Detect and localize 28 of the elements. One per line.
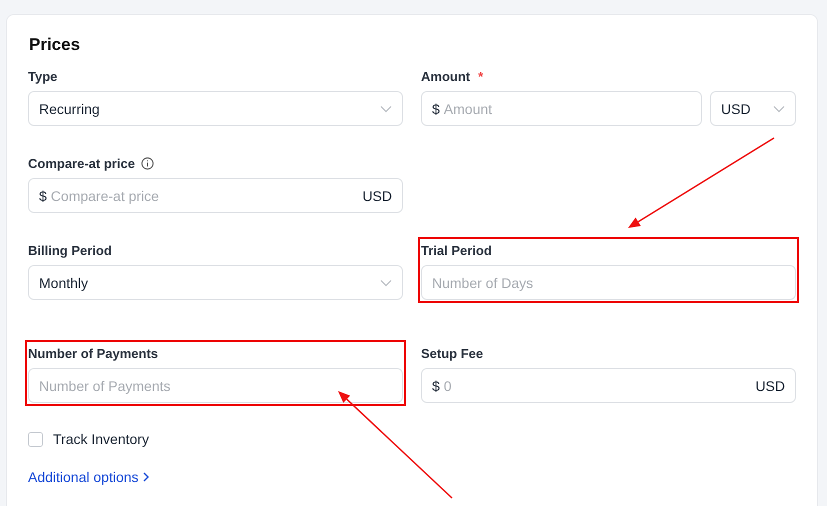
amount-input[interactable]: Amount [444, 100, 691, 116]
section-title: Prices [29, 35, 82, 55]
field-label: Number of Payments [28, 346, 158, 360]
price-input[interactable]: 0 [444, 378, 752, 394]
field-label: Type [28, 68, 58, 84]
field-label: Setup Fee [421, 346, 484, 360]
price-field[interactable]: $ Compare-at price USD [28, 178, 403, 213]
select-field[interactable]: Monthly [28, 265, 403, 300]
field-label: Billing Period [28, 242, 112, 258]
select-field[interactable]: Recurring [28, 91, 403, 126]
chevron-down-icon [380, 104, 392, 112]
amount-field[interactable]: $ Amount [421, 91, 702, 126]
price-field[interactable]: $ 0 USD [421, 368, 796, 403]
field-label: Compare-at price [28, 156, 135, 170]
chevron-right-icon [142, 472, 149, 482]
additional-options-link[interactable]: Additional options [28, 469, 149, 485]
input-field[interactable]: Number of Days [421, 265, 796, 300]
field-label: Trial Period [421, 242, 492, 258]
currency-select[interactable]: USD [710, 91, 796, 126]
info-icon[interactable] [140, 156, 154, 170]
price-input[interactable]: Compare-at price [50, 188, 358, 204]
input-field[interactable]: Number of Payments [28, 368, 403, 403]
field-label: Amount [421, 68, 470, 84]
checkbox[interactable] [28, 432, 43, 446]
required-mark: * [478, 68, 484, 84]
chevron-down-icon [380, 278, 392, 286]
checkbox-label: Track Inventory [53, 431, 149, 447]
chevron-down-icon [773, 104, 785, 112]
